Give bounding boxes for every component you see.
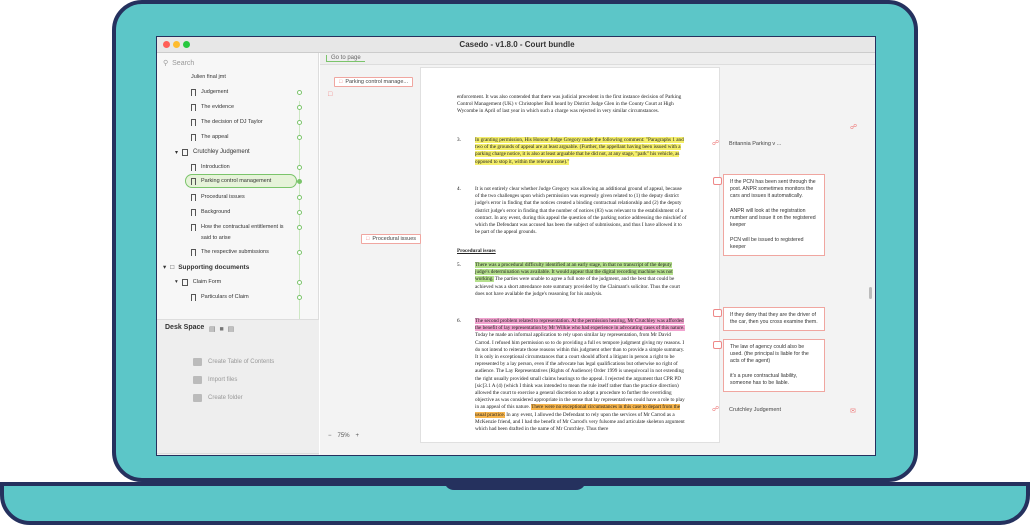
document-icon bbox=[182, 148, 189, 156]
vertical-scrollbar[interactable] bbox=[869, 287, 872, 299]
sidebar-item-judgement[interactable]: Judgement bbox=[191, 85, 228, 99]
linked-doc-label[interactable]: Britannia Parking v ... bbox=[729, 141, 781, 147]
laptop-notch bbox=[444, 478, 586, 490]
tree-node bbox=[297, 295, 302, 300]
chevron-down-icon: ▾ bbox=[175, 279, 178, 285]
sidebar-item-contractual-cont: said to arise bbox=[201, 235, 231, 241]
bookmark-icon bbox=[191, 103, 196, 111]
tree-node bbox=[297, 210, 302, 215]
bookmark-tag-procedural[interactable]: □ Procedural issues bbox=[361, 234, 422, 244]
paragraph-5: There was a procedural difficulty identi… bbox=[475, 262, 680, 297]
tree-node bbox=[297, 90, 302, 95]
sidebar-item-decision[interactable]: The decision of DJ Taylor bbox=[191, 115, 263, 129]
bookmark-icon: □ bbox=[366, 236, 370, 242]
bookmark-tag-parking[interactable]: □ Parking control manage... bbox=[334, 77, 414, 87]
note-card[interactable]: If the PCN has been sent through the pos… bbox=[723, 174, 825, 257]
zoom-level: 75% bbox=[337, 433, 350, 439]
note-icon[interactable] bbox=[713, 177, 722, 185]
window-title: Casedo - v1.8.0 - Court bundle bbox=[459, 40, 575, 49]
link-icon[interactable]: ☍ bbox=[850, 123, 857, 131]
bookmark-icon bbox=[191, 208, 196, 216]
comment-icon[interactable]: ✉ bbox=[850, 407, 856, 415]
highlight-yellow[interactable]: In granting permission, His Honour Judge… bbox=[475, 137, 684, 165]
sidebar-item-crutchley[interactable]: ▾ Crutchley Judgement bbox=[175, 145, 250, 159]
para-number: 5. bbox=[457, 262, 461, 268]
sidebar-item-particulars[interactable]: Particulars of Claim bbox=[191, 290, 249, 304]
paragraph-3: In granting permission, His Honour Judge… bbox=[475, 137, 687, 166]
linked-doc-label[interactable]: Crutchley Judgement bbox=[729, 407, 781, 413]
para-number: 3. bbox=[457, 137, 461, 143]
tree-node bbox=[297, 195, 302, 200]
bookmark-icon bbox=[191, 163, 196, 171]
sidebar-item-appeal[interactable]: The appeal bbox=[191, 130, 229, 144]
zoom-in-icon[interactable]: + bbox=[356, 433, 360, 439]
goto-page-label: Go to page bbox=[326, 55, 365, 62]
paragraph-4: It is not entirely clear whether Judge G… bbox=[475, 186, 687, 236]
search-input[interactable]: ⚲ Search bbox=[163, 56, 313, 70]
bookmark-icon bbox=[191, 133, 196, 141]
para-number: 6. bbox=[457, 318, 461, 324]
toc-icon bbox=[193, 358, 202, 366]
paragraph-6: The second problem related to representa… bbox=[475, 318, 685, 433]
pdf-page[interactable]: enforcement. It was also contended that … bbox=[420, 67, 720, 443]
import-icon bbox=[193, 376, 202, 384]
paragraph-intro: enforcement. It was also contended that … bbox=[457, 94, 682, 115]
sidebar-item-evidence[interactable]: The evidence bbox=[191, 100, 234, 114]
titlebar: Casedo - v1.8.0 - Court bundle bbox=[157, 37, 875, 53]
section-heading: Procedural issues bbox=[457, 248, 496, 254]
bookmark-icon bbox=[191, 118, 196, 126]
sidebar-item-claim-form[interactable]: ▾ Claim Form bbox=[175, 275, 221, 289]
sidebar-item-parking[interactable]: Parking control management bbox=[185, 174, 297, 188]
tree-node bbox=[297, 120, 302, 125]
search-icon: ⚲ bbox=[163, 60, 169, 67]
tree-node bbox=[297, 105, 302, 110]
folder-icon bbox=[193, 394, 202, 402]
note-card[interactable]: If they deny that they are the driver of… bbox=[723, 307, 825, 332]
note-card[interactable]: The law of agency could also be used. (t… bbox=[723, 339, 825, 393]
zoom-control[interactable]: −75% + bbox=[328, 433, 359, 439]
bookmark-icon bbox=[191, 223, 196, 231]
sidebar-item-background[interactable]: Background bbox=[191, 205, 230, 219]
sidebar: ⚲ Search Julien final jmt Judgement The … bbox=[157, 53, 319, 455]
link-icon[interactable]: ☍ bbox=[712, 405, 719, 413]
bookmark-icon bbox=[191, 88, 196, 96]
folder-icon: □ bbox=[170, 263, 175, 271]
sidebar-bottom-bar: ⎙ ⚙ bbox=[157, 453, 319, 455]
note-icon[interactable] bbox=[713, 309, 722, 317]
bookmark-icon bbox=[191, 248, 196, 256]
goto-page-bar[interactable]: Go to page bbox=[320, 53, 875, 65]
sidebar-item-procedural[interactable]: Procedural issues bbox=[191, 190, 245, 204]
bookmark-icon: □ bbox=[339, 79, 343, 85]
chevron-down-icon: ▾ bbox=[163, 264, 167, 271]
para-number: 4. bbox=[457, 186, 461, 192]
import-files-button[interactable]: Import files bbox=[193, 376, 237, 384]
sidebar-item-submissions[interactable]: The respective submissions bbox=[191, 245, 269, 259]
chevron-down-icon: ▾ bbox=[175, 149, 179, 156]
app-window: Casedo - v1.8.0 - Court bundle ⚲ Search … bbox=[156, 36, 876, 456]
note-icon[interactable] bbox=[713, 341, 722, 349]
create-folder-button[interactable]: Create folder bbox=[193, 394, 243, 402]
search-placeholder: Search bbox=[172, 59, 195, 67]
desk-space-title: Desk Space bbox=[165, 324, 205, 331]
bookmark-icon bbox=[191, 193, 196, 201]
bookmark-icon[interactable]: □ bbox=[328, 91, 332, 98]
tree-node bbox=[297, 225, 302, 230]
zoom-out-icon[interactable]: − bbox=[328, 433, 332, 439]
tree-node bbox=[297, 165, 302, 170]
bookmark-icon bbox=[191, 293, 196, 301]
tree-node bbox=[297, 280, 302, 285]
tree-node-active bbox=[297, 179, 302, 184]
desk-space: Desk Space ▤ ■ ▤ Create Table of Content… bbox=[157, 319, 319, 455]
desk-view-icons[interactable]: ▤ ■ ▤ bbox=[209, 325, 234, 333]
sidebar-item-julien[interactable]: Julien final jmt bbox=[191, 70, 226, 84]
tree-node bbox=[297, 135, 302, 140]
create-toc-button[interactable]: Create Table of Contents bbox=[193, 358, 274, 366]
link-icon[interactable]: ☍ bbox=[712, 139, 719, 147]
document-icon bbox=[181, 278, 188, 286]
sidebar-item-supporting[interactable]: ▾ □ Supporting documents bbox=[163, 260, 249, 274]
highlight-pink[interactable]: The second problem related to representa… bbox=[475, 318, 685, 332]
sidebar-item-introduction[interactable]: Introduction bbox=[191, 160, 230, 174]
tree-node bbox=[297, 250, 302, 255]
bookmark-icon bbox=[191, 177, 196, 185]
